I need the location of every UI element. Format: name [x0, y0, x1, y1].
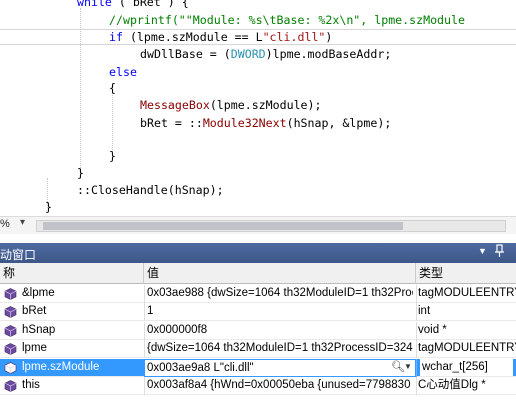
column-divider [144, 340, 145, 359]
code-line[interactable]: ::CloseHandle(hSnap); [0, 182, 516, 199]
editor-status-strip: % ▾ [0, 216, 516, 234]
code-token: } [109, 149, 116, 163]
code-line[interactable]: MessageBox(lpme.szModule); [0, 97, 516, 114]
watch-value[interactable]: 0x000000f8 [147, 322, 413, 339]
code-token: "cli.dll" [262, 30, 326, 44]
code-token: (lpme.szModule == L [122, 30, 263, 44]
code-token: dwDllBase = ( [140, 47, 231, 61]
code-editor[interactable]: while ( bRet ) { //wprintf(""Module: %s\… [0, 0, 516, 216]
watch-type: tagMODULEENTRY32W [418, 342, 516, 355]
watch-row[interactable]: this 0x003af8a4 {hWnd=0x00050eba {unused=… [0, 377, 516, 395]
column-divider [416, 377, 417, 395]
column-divider [416, 285, 417, 303]
code-line[interactable]: //wprintf(""Module: %s\tBase: %2x\n", lp… [0, 12, 516, 29]
structure-icon [4, 288, 17, 300]
magnifier-icon[interactable]: 🔍︎ [391, 360, 405, 373]
code-token: MessageBox [140, 98, 210, 112]
watch-value[interactable]: 0x003af8a4 {hWnd=0x00050eba {unused=7798… [147, 377, 413, 394]
column-divider [416, 321, 417, 340]
watch-type: void * [418, 323, 447, 336]
watch-value[interactable]: 0x003ae9a8 L"cli.dll" [147, 360, 254, 376]
code-token: ( bRet ) { [111, 0, 189, 9]
column-divider [144, 377, 145, 395]
code-token: else [109, 65, 137, 79]
variable-icon [4, 361, 17, 374]
structure-icon [4, 380, 17, 392]
watch-value[interactable]: 1 [147, 303, 413, 320]
watch-window-titlebar[interactable]: 动窗口 ▼ [0, 243, 516, 263]
watch-column-header: 称 值 类型 [0, 263, 516, 284]
code-token: )lpme.modBaseAddr; [265, 47, 392, 61]
watch-name[interactable]: &lpme [22, 285, 140, 302]
code-line[interactable]: while ( bRet ) { [0, 0, 516, 11]
pin-icon-glyph [495, 244, 504, 257]
code-line[interactable]: { [0, 80, 516, 97]
column-divider [416, 303, 417, 322]
structure-icon [4, 343, 17, 356]
zoom-level[interactable]: % [0, 218, 10, 230]
code-token: ) [325, 30, 333, 44]
column-divider [416, 340, 417, 359]
code-token: ::CloseHandle(hSnap); [77, 183, 224, 197]
watch-name[interactable]: bRet [22, 303, 140, 320]
watch-name[interactable]: hSnap [22, 322, 140, 339]
code-line[interactable]: } [0, 199, 516, 216]
watch-window-title: 动窗口 [0, 248, 37, 262]
code-line[interactable]: } [0, 148, 516, 165]
watch-type: int [418, 305, 431, 318]
code-token: Module32Next [202, 116, 287, 130]
zoom-dropdown-icon[interactable]: ▾ [20, 217, 25, 228]
code-line[interactable]: else [0, 64, 516, 81]
column-divider [144, 285, 145, 303]
visualizer-dropdown-icon[interactable]: ▼ [404, 362, 412, 371]
code-token: bRet = :: [140, 116, 203, 130]
code-token: //wprintf(""Module: %s\tBase: %2x\n", lp… [109, 13, 465, 27]
column-divider [416, 358, 417, 377]
code-line[interactable]: } [0, 165, 516, 182]
window-position-dropdown-icon[interactable]: ▼ [478, 246, 487, 256]
variable-icon [4, 306, 17, 319]
value-edit-box[interactable]: 0x003ae9a8 L"cli.dll" 🔍︎ ▼ [144, 358, 416, 377]
watch-type: C心动值Dlg * [418, 379, 486, 391]
watch-row[interactable]: lpme {dwSize=1064 th32ModuleID=1 th32Proc… [0, 340, 516, 359]
variable-icon [4, 324, 17, 337]
watch-type: wchar_t[256] [420, 358, 513, 376]
code-token: { [109, 81, 116, 95]
horizontal-scrollbar[interactable] [36, 220, 506, 232]
pin-icon[interactable] [494, 244, 506, 261]
column-header-type[interactable]: 类型 [416, 263, 516, 284]
code-token: (hSnap, &lpme); [286, 116, 392, 130]
code-line-current[interactable]: if (lpme.szModule == L"cli.dll") [0, 29, 516, 45]
code-token: (lpme.szModule); [209, 98, 322, 112]
scrollbar-thumb[interactable] [43, 222, 403, 230]
watch-row[interactable]: hSnap 0x000000f8 void * [0, 321, 516, 340]
code-token: DWORD [230, 47, 266, 61]
column-header-name[interactable]: 称 [0, 263, 144, 284]
watch-row[interactable]: bRet 1 int [0, 303, 516, 322]
code-line[interactable]: dwDllBase = (DWORD)lpme.modBaseAddr; [0, 46, 516, 63]
code-line[interactable]: bRet = ::Module32Next(hSnap, &lpme); [0, 115, 516, 132]
code-token: if [109, 30, 123, 44]
watch-name[interactable]: this [22, 377, 140, 394]
watch-row[interactable]: lpme.szModule 0x003ae9a8 L"cli.dll" 🔍︎ ▼ wch… [0, 358, 516, 377]
code-token: } [45, 200, 52, 214]
watch-row[interactable]: &lpme 0x03ae988 {dwSize=1064 th32ModuleID… [0, 285, 516, 303]
watch-name[interactable]: lpme [22, 340, 140, 357]
watch-value[interactable]: 0x03ae988 {dwSize=1064 th32ModuleID=1 th… [147, 285, 413, 302]
watch-name[interactable]: lpme.szModule [22, 359, 140, 376]
watch-value[interactable]: {dwSize=1064 th32ModuleID=1 th32ProcessI… [147, 340, 413, 357]
column-divider [144, 321, 145, 340]
code-line[interactable] [0, 132, 516, 149]
code-token: } [77, 166, 84, 180]
column-header-value[interactable]: 值 [144, 263, 416, 284]
watch-type: tagMODULEENTRY32W [418, 287, 516, 299]
code-token: while [77, 0, 112, 9]
column-divider [144, 303, 145, 322]
